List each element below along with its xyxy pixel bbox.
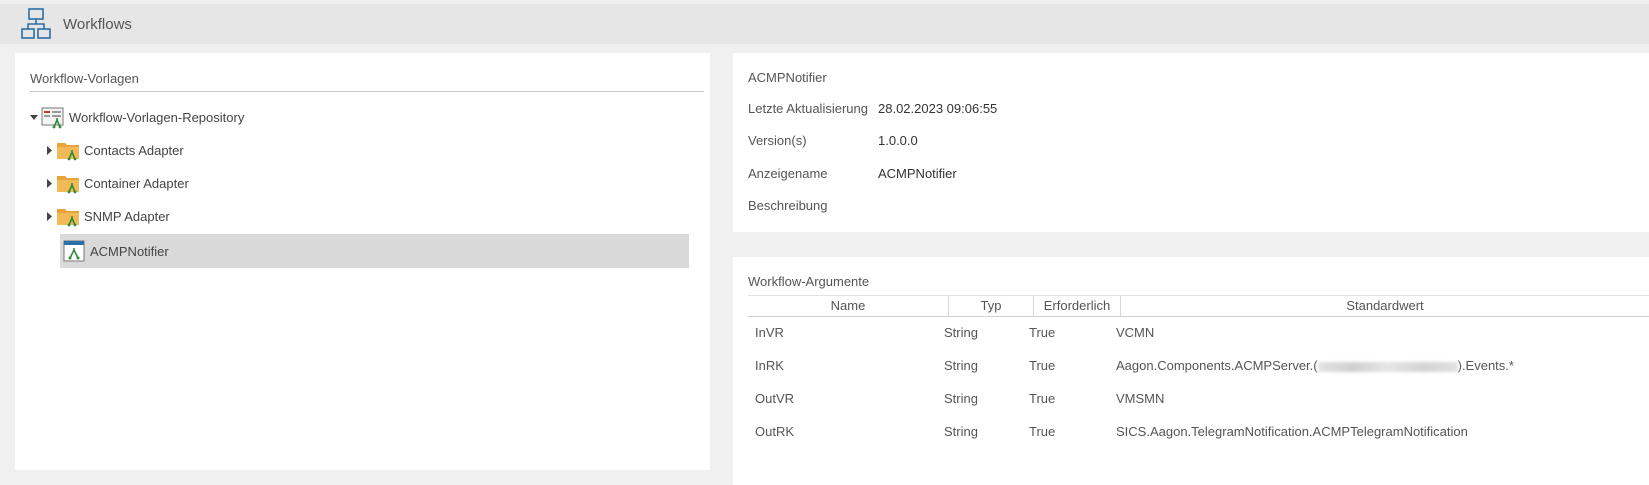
version-label: Version(s) [748,133,807,148]
cell-type: String [944,358,978,373]
table-row[interactable]: InVR String True VCMN [748,316,1649,350]
cell-required: True [1029,358,1056,373]
cell-type: String [944,325,978,340]
display-name-label: Anzeigename [748,166,828,181]
details-title: ACMPNotifier [748,70,827,85]
column-header-name[interactable]: Name [748,296,949,316]
expand-caret-icon[interactable] [42,143,56,157]
table-row[interactable]: InRK String True Aagon.Components.ACMPSe… [748,349,1649,383]
tree-item-acmpnotifier[interactable]: ACMPNotifier [60,234,689,268]
cell-default-text: VMSMN [1116,391,1165,406]
table-row[interactable]: OutVR String True VMSMN [748,382,1649,416]
expand-caret-icon[interactable] [27,110,41,124]
tree-item-container-adapter[interactable]: Container Adapter [42,166,687,200]
cell-name: OutVR [755,391,795,406]
last-updated-label: Letzte Aktualisierung [748,101,868,116]
tree-item-repository[interactable]: Workflow-Vorlagen-Repository [27,100,687,134]
table-row[interactable]: OutRK String True SICS.Aagon.TelegramNot… [748,415,1649,449]
tree-item-snmp-adapter[interactable]: SNMP Adapter [42,199,687,233]
workflow-icon [21,8,51,39]
cell-default: Aagon.Components.ACMPServer.( ).Events.* [1116,349,1646,383]
templates-panel-title: Workflow-Vorlagen [30,71,139,86]
cell-default-text: VCMN [1116,325,1155,340]
cell-name: OutRK [755,424,795,439]
cell-required: True [1029,391,1056,406]
redacted-text [1317,361,1458,372]
tree-item-label: ACMPNotifier [90,243,169,259]
cell-type: String [944,391,978,406]
cell-default-text: SICS.Aagon.TelegramNotification.ACMPTele… [1116,424,1468,439]
tree-item-contacts-adapter[interactable]: Contacts Adapter [42,133,687,167]
tree-item-label: Contacts Adapter [84,142,184,158]
expand-caret-icon[interactable] [42,209,56,223]
arguments-title: Workflow-Argumente [748,274,870,289]
cell-required: True [1029,325,1056,340]
column-header-default[interactable]: Standardwert [1121,296,1649,316]
details-panel: ACMPNotifier Letzte Aktualisierung 28.02… [733,53,1649,232]
cell-default: SICS.Aagon.TelegramNotification.ACMPTele… [1116,415,1646,449]
version-value: 1.0.0.0 [878,133,918,148]
tree-item-label: SNMP Adapter [84,208,170,224]
arguments-table-header: Name Typ Erforderlich Standardwert [748,295,1649,317]
divider [30,91,704,92]
cell-type: String [944,424,978,439]
folder-workflow-icon [57,176,79,194]
app-header: Workflows [0,4,1649,44]
folder-workflow-icon [57,209,79,227]
tree-item-label: Workflow-Vorlagen-Repository [69,109,245,125]
repository-icon [41,107,64,129]
page-title: Workflows [63,15,132,33]
display-name-value: ACMPNotifier [878,166,957,181]
cell-default-suffix: ).Events.* [1457,358,1514,373]
arguments-panel: Workflow-Argumente Name Typ Erforderlich… [733,257,1649,485]
cell-default: VMSMN [1116,382,1646,416]
cell-name: InVR [755,325,784,340]
expand-caret-icon[interactable] [42,176,56,190]
folder-workflow-icon [57,143,79,161]
templates-panel: Workflow-Vorlagen Workflow-Vorlagen-Repo… [15,53,710,470]
cell-name: InRK [755,358,784,373]
column-header-type[interactable]: Typ [949,296,1034,316]
cell-default-text: Aagon.Components.ACMPServer.( [1116,358,1318,373]
last-updated-value: 28.02.2023 09:06:55 [878,101,998,116]
description-label: Beschreibung [748,198,828,213]
workflow-file-icon [63,240,85,262]
cell-required: True [1029,424,1056,439]
tree-item-label: Container Adapter [84,175,189,191]
cell-default: VCMN [1116,316,1646,350]
column-header-required[interactable]: Erforderlich [1034,296,1121,316]
